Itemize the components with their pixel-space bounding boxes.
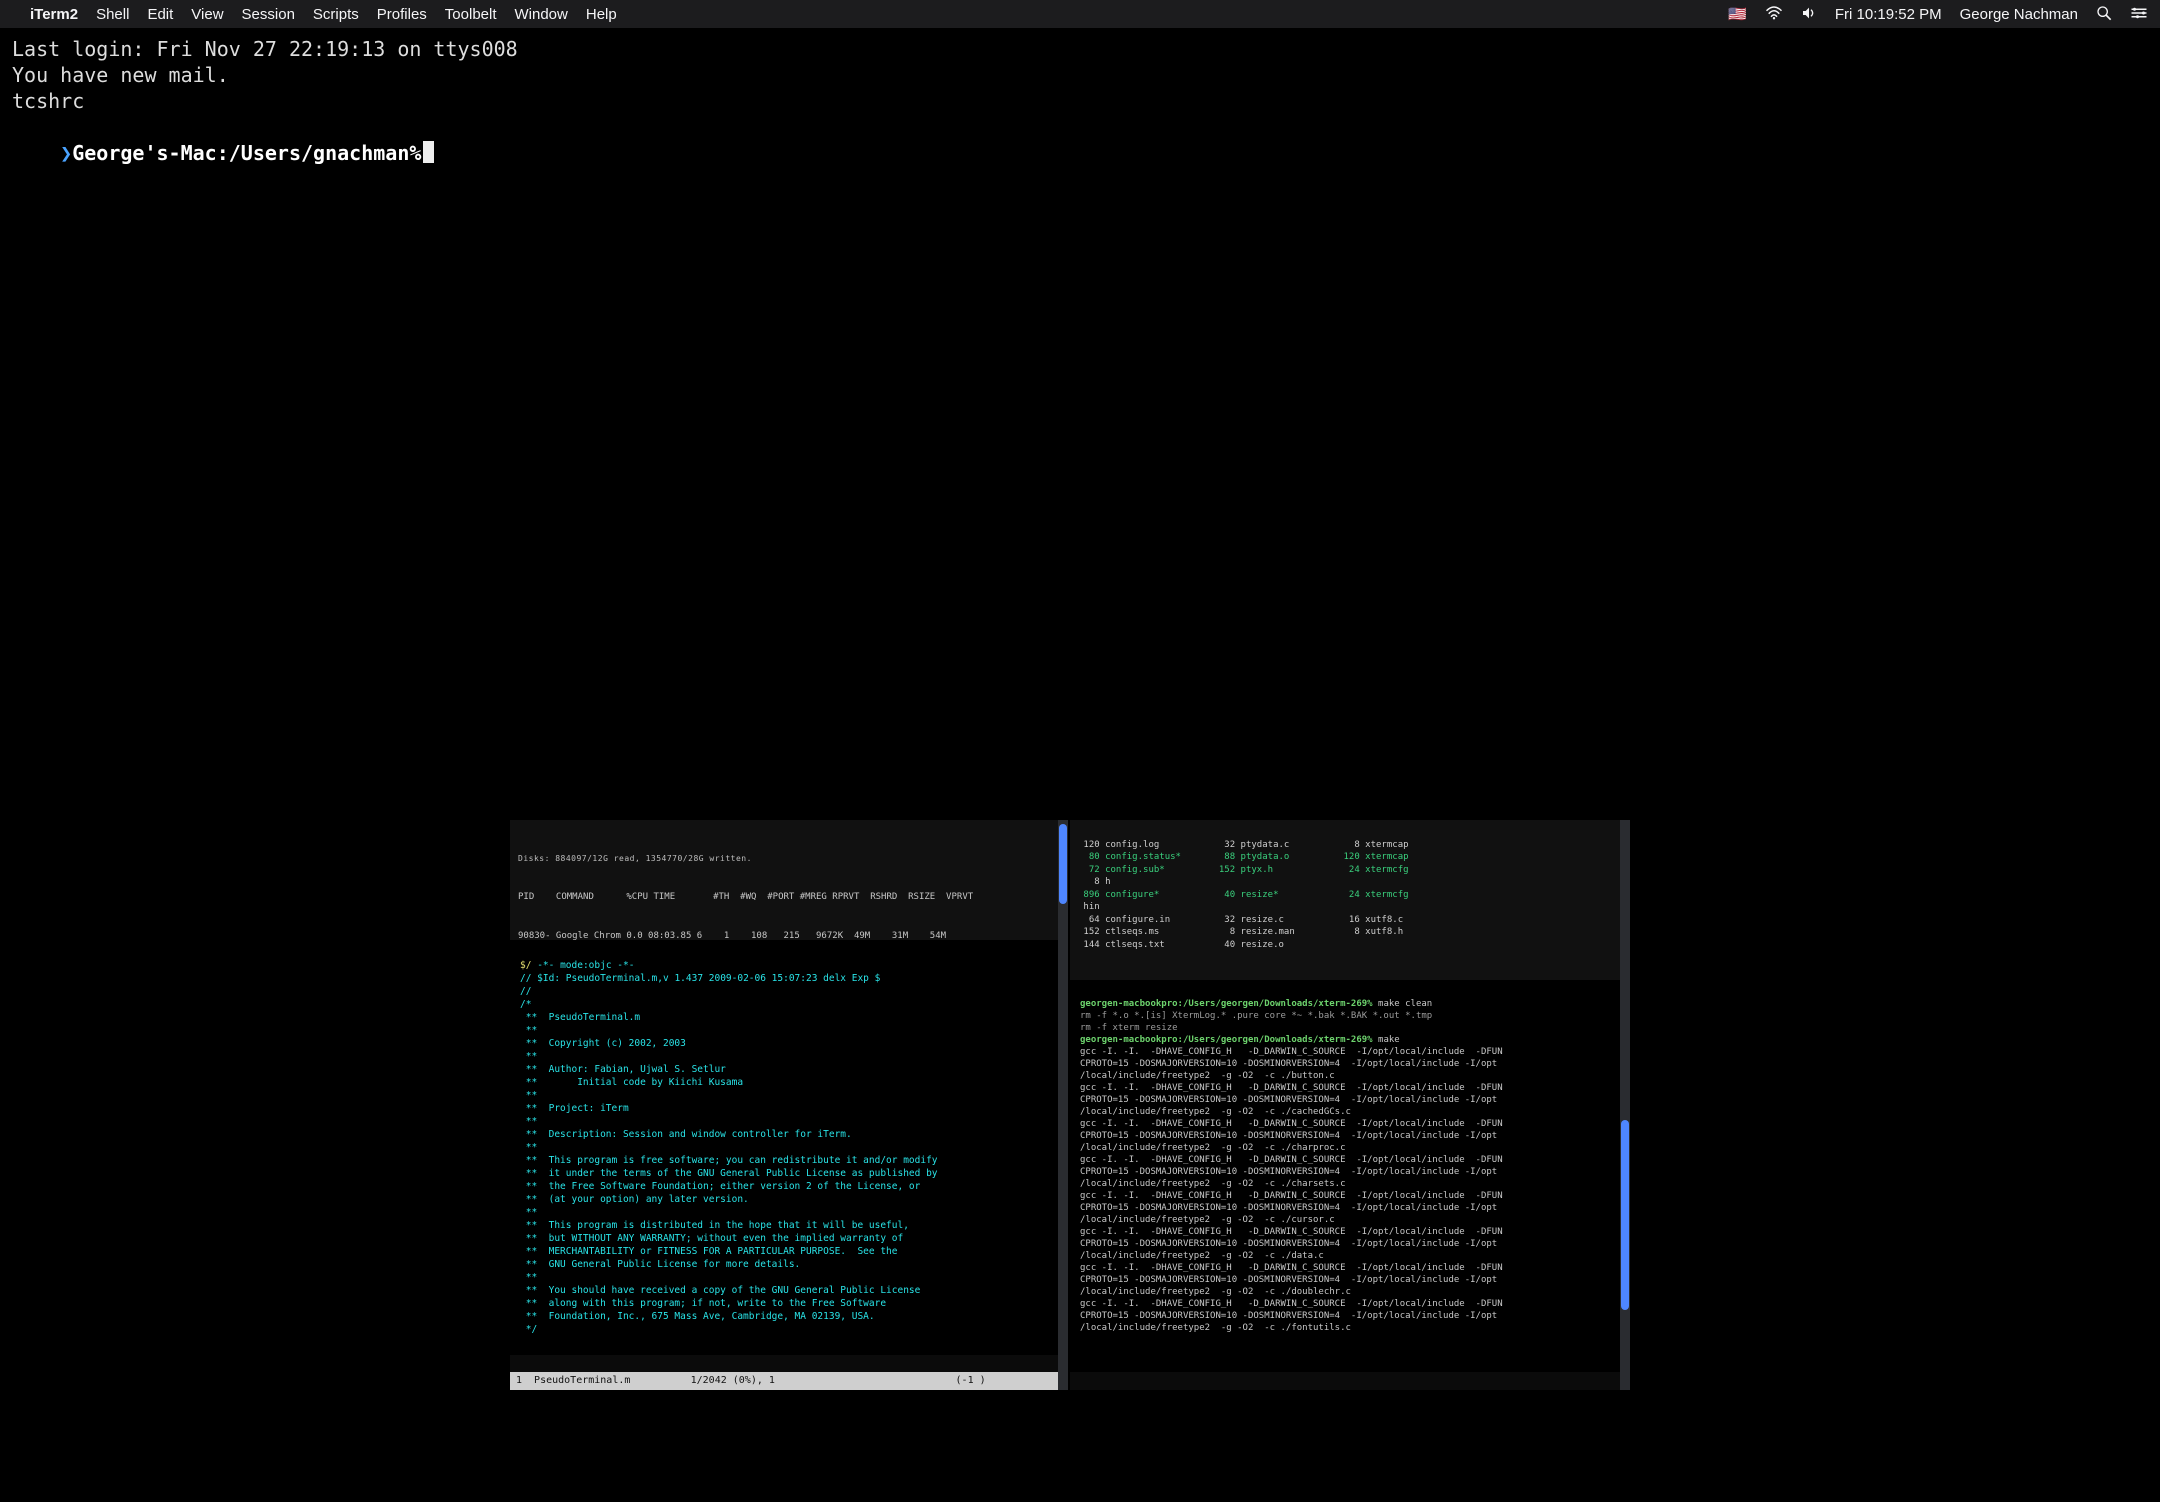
menubar-clock[interactable]: Fri 10:19:52 PM — [1835, 6, 1942, 23]
menu-help[interactable]: Help — [586, 6, 617, 23]
left-pane-scrollbar[interactable] — [1058, 820, 1068, 1390]
menu-window[interactable]: Window — [515, 6, 568, 23]
text-cursor — [423, 141, 434, 163]
ls-output: 120 config.log 32 ptydata.c 8 xtermcap 8… — [1070, 820, 1630, 980]
top-process-output: Disks: 884097/12G read, 1354770/28G writ… — [510, 820, 1068, 940]
motd-last-login: Last login: Fri Nov 27 22:19:13 on ttys0… — [12, 36, 2148, 62]
motd-new-mail: You have new mail. — [12, 62, 2148, 88]
menu-session[interactable]: Session — [242, 6, 295, 23]
menubar-username[interactable]: George Nachman — [1960, 6, 2078, 23]
menu-edit[interactable]: Edit — [147, 6, 173, 23]
preview-right-pane: 120 config.log 32 ptydata.c 8 xtermcap 8… — [1070, 820, 1630, 1390]
disk-stats-line: Disks: 884097/12G read, 1354770/28G writ… — [518, 852, 1060, 865]
volume-icon[interactable] — [1801, 6, 1817, 23]
editor-status-bar: 1 PseudoTerminal.m 1/2042 (0%), 1 (-1 ) — [510, 1372, 1068, 1390]
top-columns: PID COMMAND %CPU TIME #TH #WQ #PORT #MRE… — [518, 891, 1060, 904]
wifi-icon[interactable] — [1765, 6, 1783, 23]
top-row: 90830- Google Chrom 0.0 08:03.85 6 1 108… — [518, 930, 1060, 940]
menu-toolbelt[interactable]: Toolbelt — [445, 6, 497, 23]
menu-profiles[interactable]: Profiles — [377, 6, 427, 23]
preview-left-pane: Disks: 884097/12G read, 1354770/28G writ… — [510, 820, 1068, 1390]
spotlight-icon[interactable] — [2096, 5, 2112, 24]
embedded-screenshot-preview: Disks: 884097/12G read, 1354770/28G writ… — [510, 820, 1630, 1410]
control-center-icon[interactable] — [2130, 6, 2148, 23]
input-source-flag-icon[interactable]: 🇺🇸 — [1728, 7, 1747, 22]
menu-scripts[interactable]: Scripts — [313, 6, 359, 23]
app-name[interactable]: iTerm2 — [30, 6, 78, 23]
source-code-view: $/ -*- mode:objc -*- // $Id: PseudoTermi… — [510, 940, 1068, 1355]
menu-view[interactable]: View — [191, 6, 223, 23]
macos-menubar: iTerm2 Shell Edit View Session Scripts P… — [0, 0, 2160, 28]
make-build-output: georgen-macbookpro:/Users/georgen/Downlo… — [1070, 980, 1630, 1372]
shell-prompt-text: George's-Mac:/Users/gnachman% — [72, 141, 421, 165]
prompt-glyph-icon: ❯ — [60, 141, 72, 165]
right-pane-scrollbar[interactable] — [1620, 820, 1630, 1390]
menu-shell[interactable]: Shell — [96, 6, 129, 23]
shell-prompt-line[interactable]: ❯George's-Mac:/Users/gnachman% — [12, 114, 2148, 192]
rc-echo: tcshrc — [12, 88, 2148, 114]
